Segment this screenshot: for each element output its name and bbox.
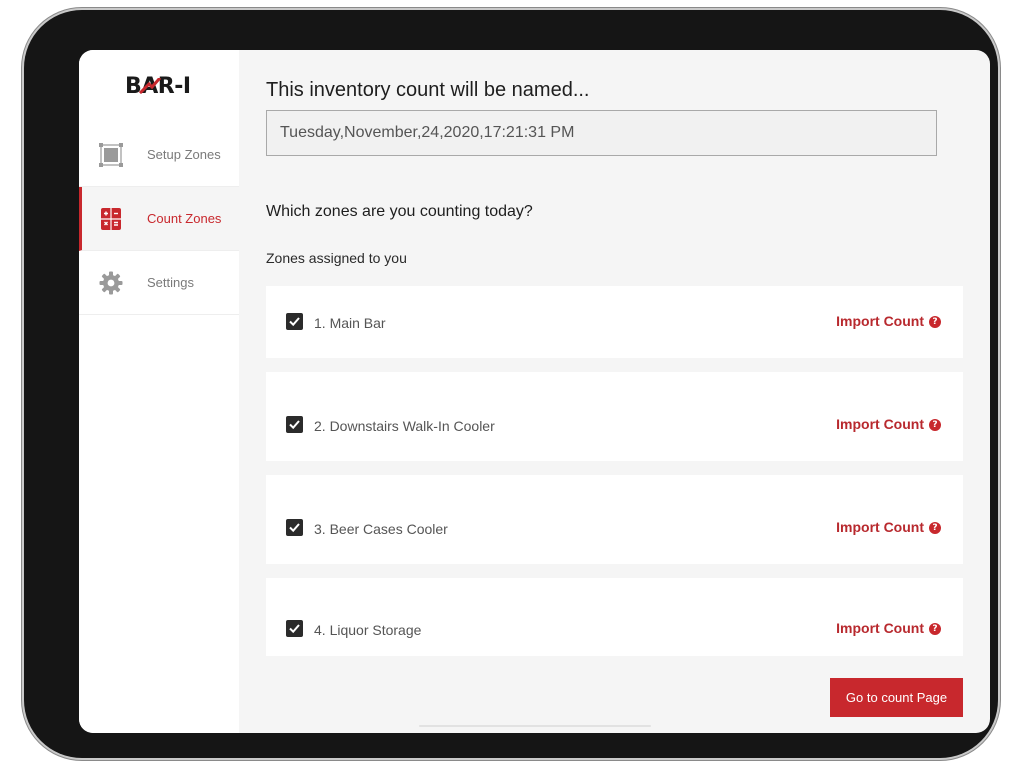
- sidebar-item-settings[interactable]: Settings: [79, 251, 239, 315]
- checkmark-icon: [289, 624, 300, 634]
- zone-name: 1. Main Bar: [314, 315, 386, 331]
- app-screen: BAR-I Setup Zones Count Zones Settings T…: [79, 50, 990, 733]
- page-title: This inventory count will be named...: [266, 79, 590, 101]
- gear-icon: [99, 271, 123, 295]
- zone-checkbox[interactable]: [286, 416, 303, 433]
- zone-name: 2. Downstairs Walk-In Cooler: [314, 418, 495, 434]
- help-icon[interactable]: ?: [929, 419, 941, 431]
- zone-name: 3. Beer Cases Cooler: [314, 521, 448, 537]
- home-indicator: [419, 725, 651, 727]
- import-count-link[interactable]: Import Count: [836, 416, 924, 432]
- zone-card-liquor-storage: 4. Liquor Storage Import Count ?: [266, 578, 963, 656]
- sidebar: BAR-I Setup Zones Count Zones Settings: [79, 50, 239, 733]
- tablet-frame: BAR-I Setup Zones Count Zones Settings T…: [24, 10, 998, 758]
- checkmark-icon: [289, 420, 300, 430]
- import-count-link[interactable]: Import Count: [836, 620, 924, 636]
- sidebar-item-setup-zones[interactable]: Setup Zones: [79, 123, 239, 187]
- go-to-count-page-button[interactable]: Go to count Page: [830, 678, 963, 717]
- help-icon[interactable]: ?: [929, 316, 941, 328]
- zone-card-beer-cases-cooler: 3. Beer Cases Cooler Import Count ?: [266, 475, 963, 564]
- zone-name: 4. Liquor Storage: [314, 622, 422, 638]
- bar-i-logo: BAR-I: [125, 73, 191, 99]
- sidebar-item-label: Settings: [147, 275, 194, 290]
- zone-checkbox[interactable]: [286, 313, 303, 330]
- help-icon[interactable]: ?: [929, 623, 941, 635]
- zone-card-downstairs-walk-in-cooler: 2. Downstairs Walk-In Cooler Import Coun…: [266, 372, 963, 461]
- calculator-icon: [99, 207, 123, 231]
- setup-zones-icon: [99, 143, 123, 167]
- sidebar-item-count-zones[interactable]: Count Zones: [79, 187, 239, 251]
- zones-question: Which zones are you counting today?: [266, 203, 533, 220]
- count-name-input[interactable]: [266, 110, 937, 156]
- import-count-link[interactable]: Import Count: [836, 313, 924, 329]
- main-content: This inventory count will be named... Wh…: [239, 50, 990, 733]
- help-icon[interactable]: ?: [929, 522, 941, 534]
- logo-slash-mark: [139, 78, 161, 94]
- zone-checkbox[interactable]: [286, 519, 303, 536]
- assigned-zones-label: Zones assigned to you: [266, 250, 407, 266]
- zone-card-main-bar: 1. Main Bar Import Count ?: [266, 286, 963, 358]
- checkmark-icon: [289, 317, 300, 327]
- sidebar-item-label: Count Zones: [147, 211, 222, 226]
- sidebar-item-label: Setup Zones: [147, 147, 221, 162]
- import-count-link[interactable]: Import Count: [836, 519, 924, 535]
- zone-checkbox[interactable]: [286, 620, 303, 637]
- checkmark-icon: [289, 523, 300, 533]
